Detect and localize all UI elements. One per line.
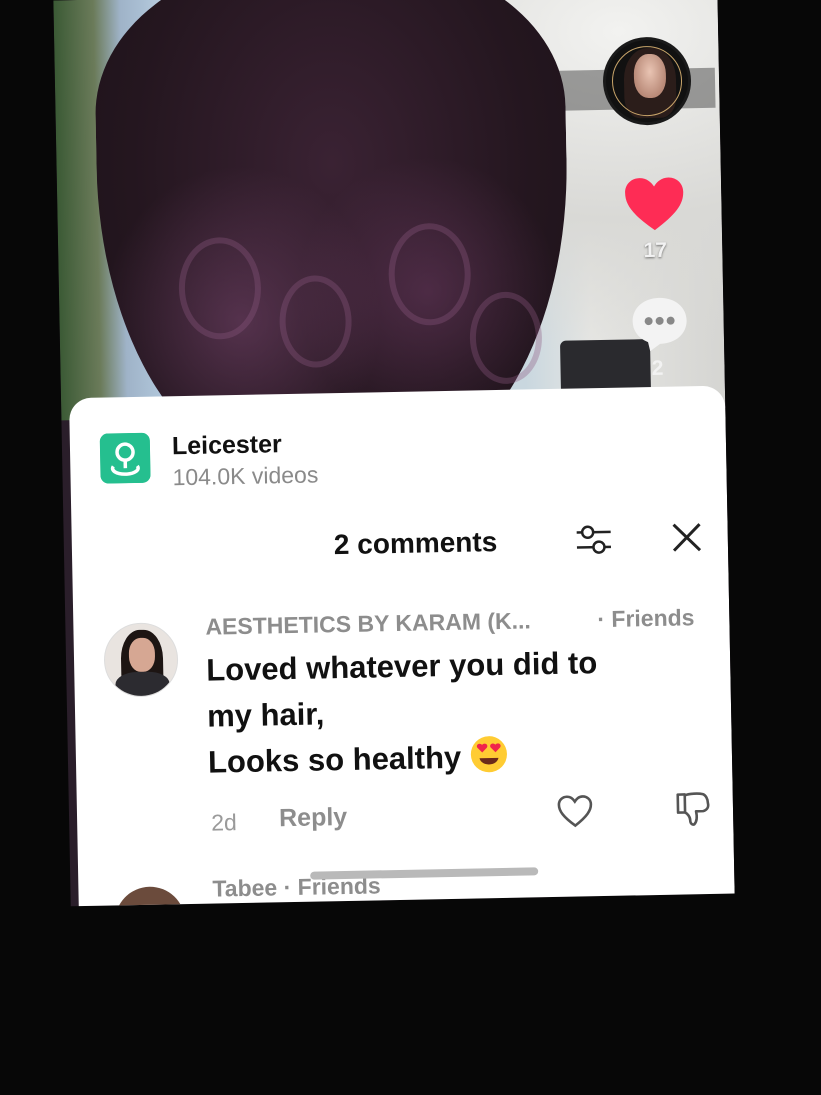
reply-button[interactable]: Reply: [279, 803, 348, 833]
filter-sliders-icon[interactable]: [573, 520, 614, 561]
comments-header: 2 comments: [72, 518, 729, 571]
comment-text-line: Looks so healthy: [207, 739, 462, 780]
phone-screen: 17 2 Leicester 104.0K videos 2 comments: [53, 0, 735, 907]
location-pin-icon: [99, 432, 151, 484]
comment-count: 2: [651, 356, 664, 381]
comment-bubble-icon[interactable]: [629, 294, 690, 353]
commenter-avatar[interactable]: [103, 622, 179, 698]
like-count: 17: [643, 238, 668, 263]
comment-text-line-3: Looks so healthy: [208, 730, 709, 786]
dislike-thumb-icon[interactable]: [675, 790, 712, 829]
hair-curl: [469, 291, 543, 385]
location-video-count: 104.0K videos: [172, 461, 319, 491]
close-icon[interactable]: [667, 518, 706, 557]
comment-item: AESTHETICS BY KARAM (K... · Friends Love…: [103, 604, 727, 836]
comment-text: Loved whatever you did to my hair, Looks…: [206, 638, 709, 786]
location-link[interactable]: Leicester 104.0K videos: [99, 426, 501, 494]
like-heart-icon[interactable]: [623, 174, 686, 233]
avatar-face: [128, 637, 156, 673]
heart-eyes-emoji-icon: [470, 736, 507, 773]
friends-tag: · Friends: [597, 604, 695, 633]
comments-sheet: Leicester 104.0K videos 2 comments AESTH…: [69, 385, 735, 907]
comment-time: 2d: [210, 809, 238, 836]
comments-title: 2 comments: [333, 526, 498, 561]
avatar-body: [115, 671, 170, 698]
commenter-avatar[interactable]: [114, 886, 186, 907]
comment-like-heart-icon[interactable]: [557, 794, 594, 829]
location-name: Leicester: [171, 430, 282, 461]
comment-author[interactable]: AESTHETICS BY KARAM (K...: [205, 607, 531, 640]
